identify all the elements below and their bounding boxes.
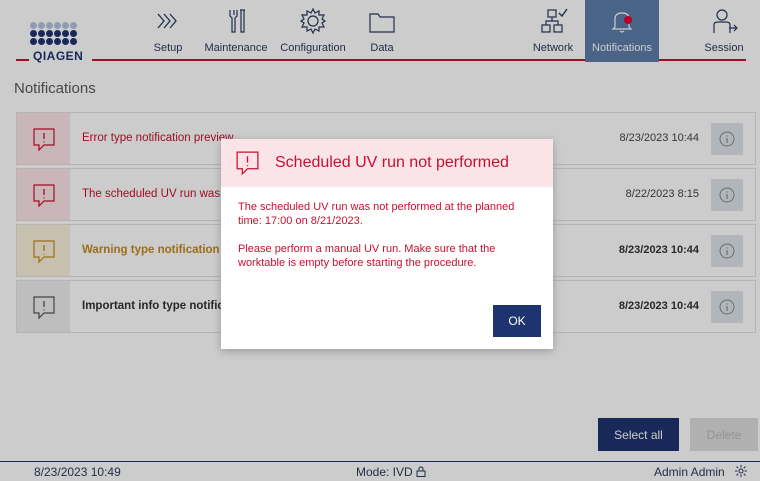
dialog-body-line-2: Please perform a manual UV run. Make sur… (238, 243, 496, 269)
ok-button[interactable]: OK (493, 305, 541, 337)
alert-dialog: Scheduled UV run not performed The sched… (221, 139, 553, 349)
dialog-body-line-1: The scheduled UV run was not performed a… (238, 201, 515, 227)
dialog-title: Scheduled UV run not performed (275, 154, 509, 171)
dialog-header: Scheduled UV run not performed (221, 139, 553, 187)
dialog-body: The scheduled UV run was not performed a… (238, 200, 540, 270)
error-notification-icon (236, 151, 259, 176)
